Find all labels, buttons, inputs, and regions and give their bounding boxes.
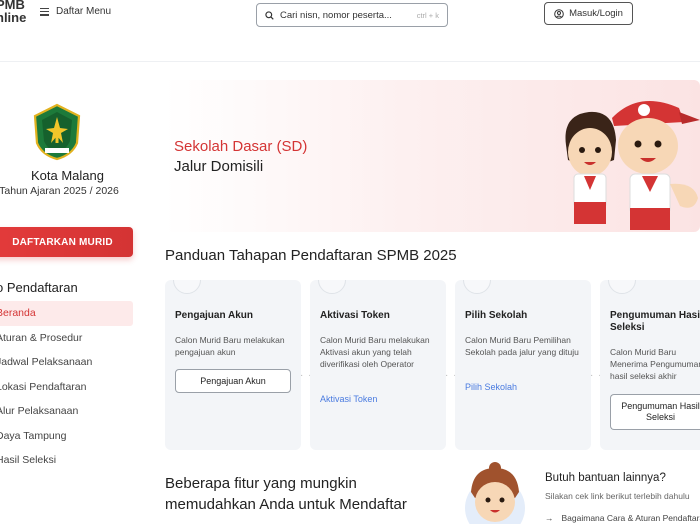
help-title: Butuh bantuan lainnya? [545,472,666,484]
user-circle-icon [554,8,564,19]
sidebar-item-hasil-seleksi[interactable]: Hasil Seleksi [0,448,133,473]
search-placeholder: Cari nisn, nomor peserta... [280,9,392,21]
sidebar: Kota Malang Tahun Ajaran 2025 / 2026 DAF… [0,63,150,524]
step-description: Calon Murid Baru Menerima Pengumuman has… [610,347,700,381]
choose-school-link[interactable]: Pilih Sekolah [465,382,517,392]
sidebar-nav: Beranda Aturan & Prosedur Jadwal Pelaksa… [0,301,133,473]
top-header: PMB nline Daftar Menu Cari nisn, nomor p… [0,0,700,62]
step-card-1: Pengajuan Akun Calon Murid Baru melakuka… [165,280,301,450]
step-number-badge [463,280,491,294]
step-number-badge [173,280,201,294]
hamburger-icon [40,7,49,16]
helper-illustration [465,462,525,524]
logo-line-2: nline [0,10,27,25]
sidebar-item-aturan[interactable]: Aturan & Prosedur [0,326,133,351]
step-number-badge [318,280,346,294]
step-card-2: Aktivasi Token Calon Murid Baru melakuka… [310,280,446,450]
create-account-button[interactable]: Pengajuan Akun [175,369,291,393]
help-link-label: Bagaimana Cara & Aturan Pendaftaran [561,513,700,523]
search-shortcut: ctrl + k [416,10,439,20]
help-subtitle: Silakan cek link berikut terlebih dahulu [545,491,690,501]
step-title: Aktivasi Token [320,310,390,321]
guide-title: Panduan Tahapan Pendaftaran SPMB 2025 [165,247,457,264]
city-name: Kota Malang [31,168,104,183]
nav-heading: o Pendaftaran [0,280,78,295]
step-card-3: Pilih Sekolah Calon Murid Baru Pemilihan… [455,280,591,450]
features-line-1: Beberapa fitur yang mungkin [165,475,357,492]
academic-year: Tahun Ajaran 2025 / 2026 [0,185,119,197]
search-icon [265,10,274,20]
step-number-badge [608,280,636,294]
step-description: Calon Murid Baru melakukan Aktivasi akun… [320,335,430,369]
activate-token-link[interactable]: Aktivasi Token [320,394,377,404]
help-link-1[interactable]: → Bagaimana Cara & Aturan Pendaftaran [545,513,700,523]
sidebar-item-lokasi[interactable]: Lokasi Pendaftaran [0,375,133,400]
arrow-right-icon: → [545,513,554,523]
city-emblem-icon [33,103,81,161]
students-illustration [565,100,700,230]
register-student-button[interactable]: DAFTARKAN MURID [0,227,133,257]
sidebar-item-jadwal[interactable]: Jadwal Pelaksanaan [0,350,133,375]
step-card-4: Pengumuman Hasil Seleksi Calon Murid Bar… [600,280,700,450]
step-title: Pengumuman Hasil Seleksi [610,310,700,333]
step-description: Calon Murid Baru melakukan pengajuan aku… [175,335,285,357]
app-logo[interactable]: PMB nline [0,0,26,24]
step-description: Calon Murid Baru Pemilihan Sekolah pada … [465,335,579,357]
menu-label: Daftar Menu [56,6,112,17]
step-title: Pilih Sekolah [465,310,528,321]
sidebar-item-daya-tampung[interactable]: Daya Tampung [0,424,133,449]
hero-banner: Sekolah Dasar (SD) Jalur Domisili [164,80,700,232]
announcement-button[interactable]: Pengumuman Hasil Seleksi [610,394,700,430]
features-line-2: memudahkan Anda untuk Mendaftar [165,496,407,513]
login-button[interactable]: Masuk/Login [544,2,633,25]
menu-button[interactable]: Daftar Menu [40,6,111,17]
hero-level: Sekolah Dasar (SD) [174,138,308,155]
features-heading: Beberapa fitur yang mungkin memudahkan A… [165,473,407,515]
sidebar-item-alur[interactable]: Alur Pelaksanaan [0,399,133,424]
step-title: Pengajuan Akun [175,310,253,321]
login-label: Masuk/Login [569,8,623,19]
search-input[interactable]: Cari nisn, nomor peserta... ctrl + k [256,3,448,27]
hero-track: Jalur Domisili [174,158,264,175]
sidebar-item-beranda[interactable]: Beranda [0,301,133,326]
